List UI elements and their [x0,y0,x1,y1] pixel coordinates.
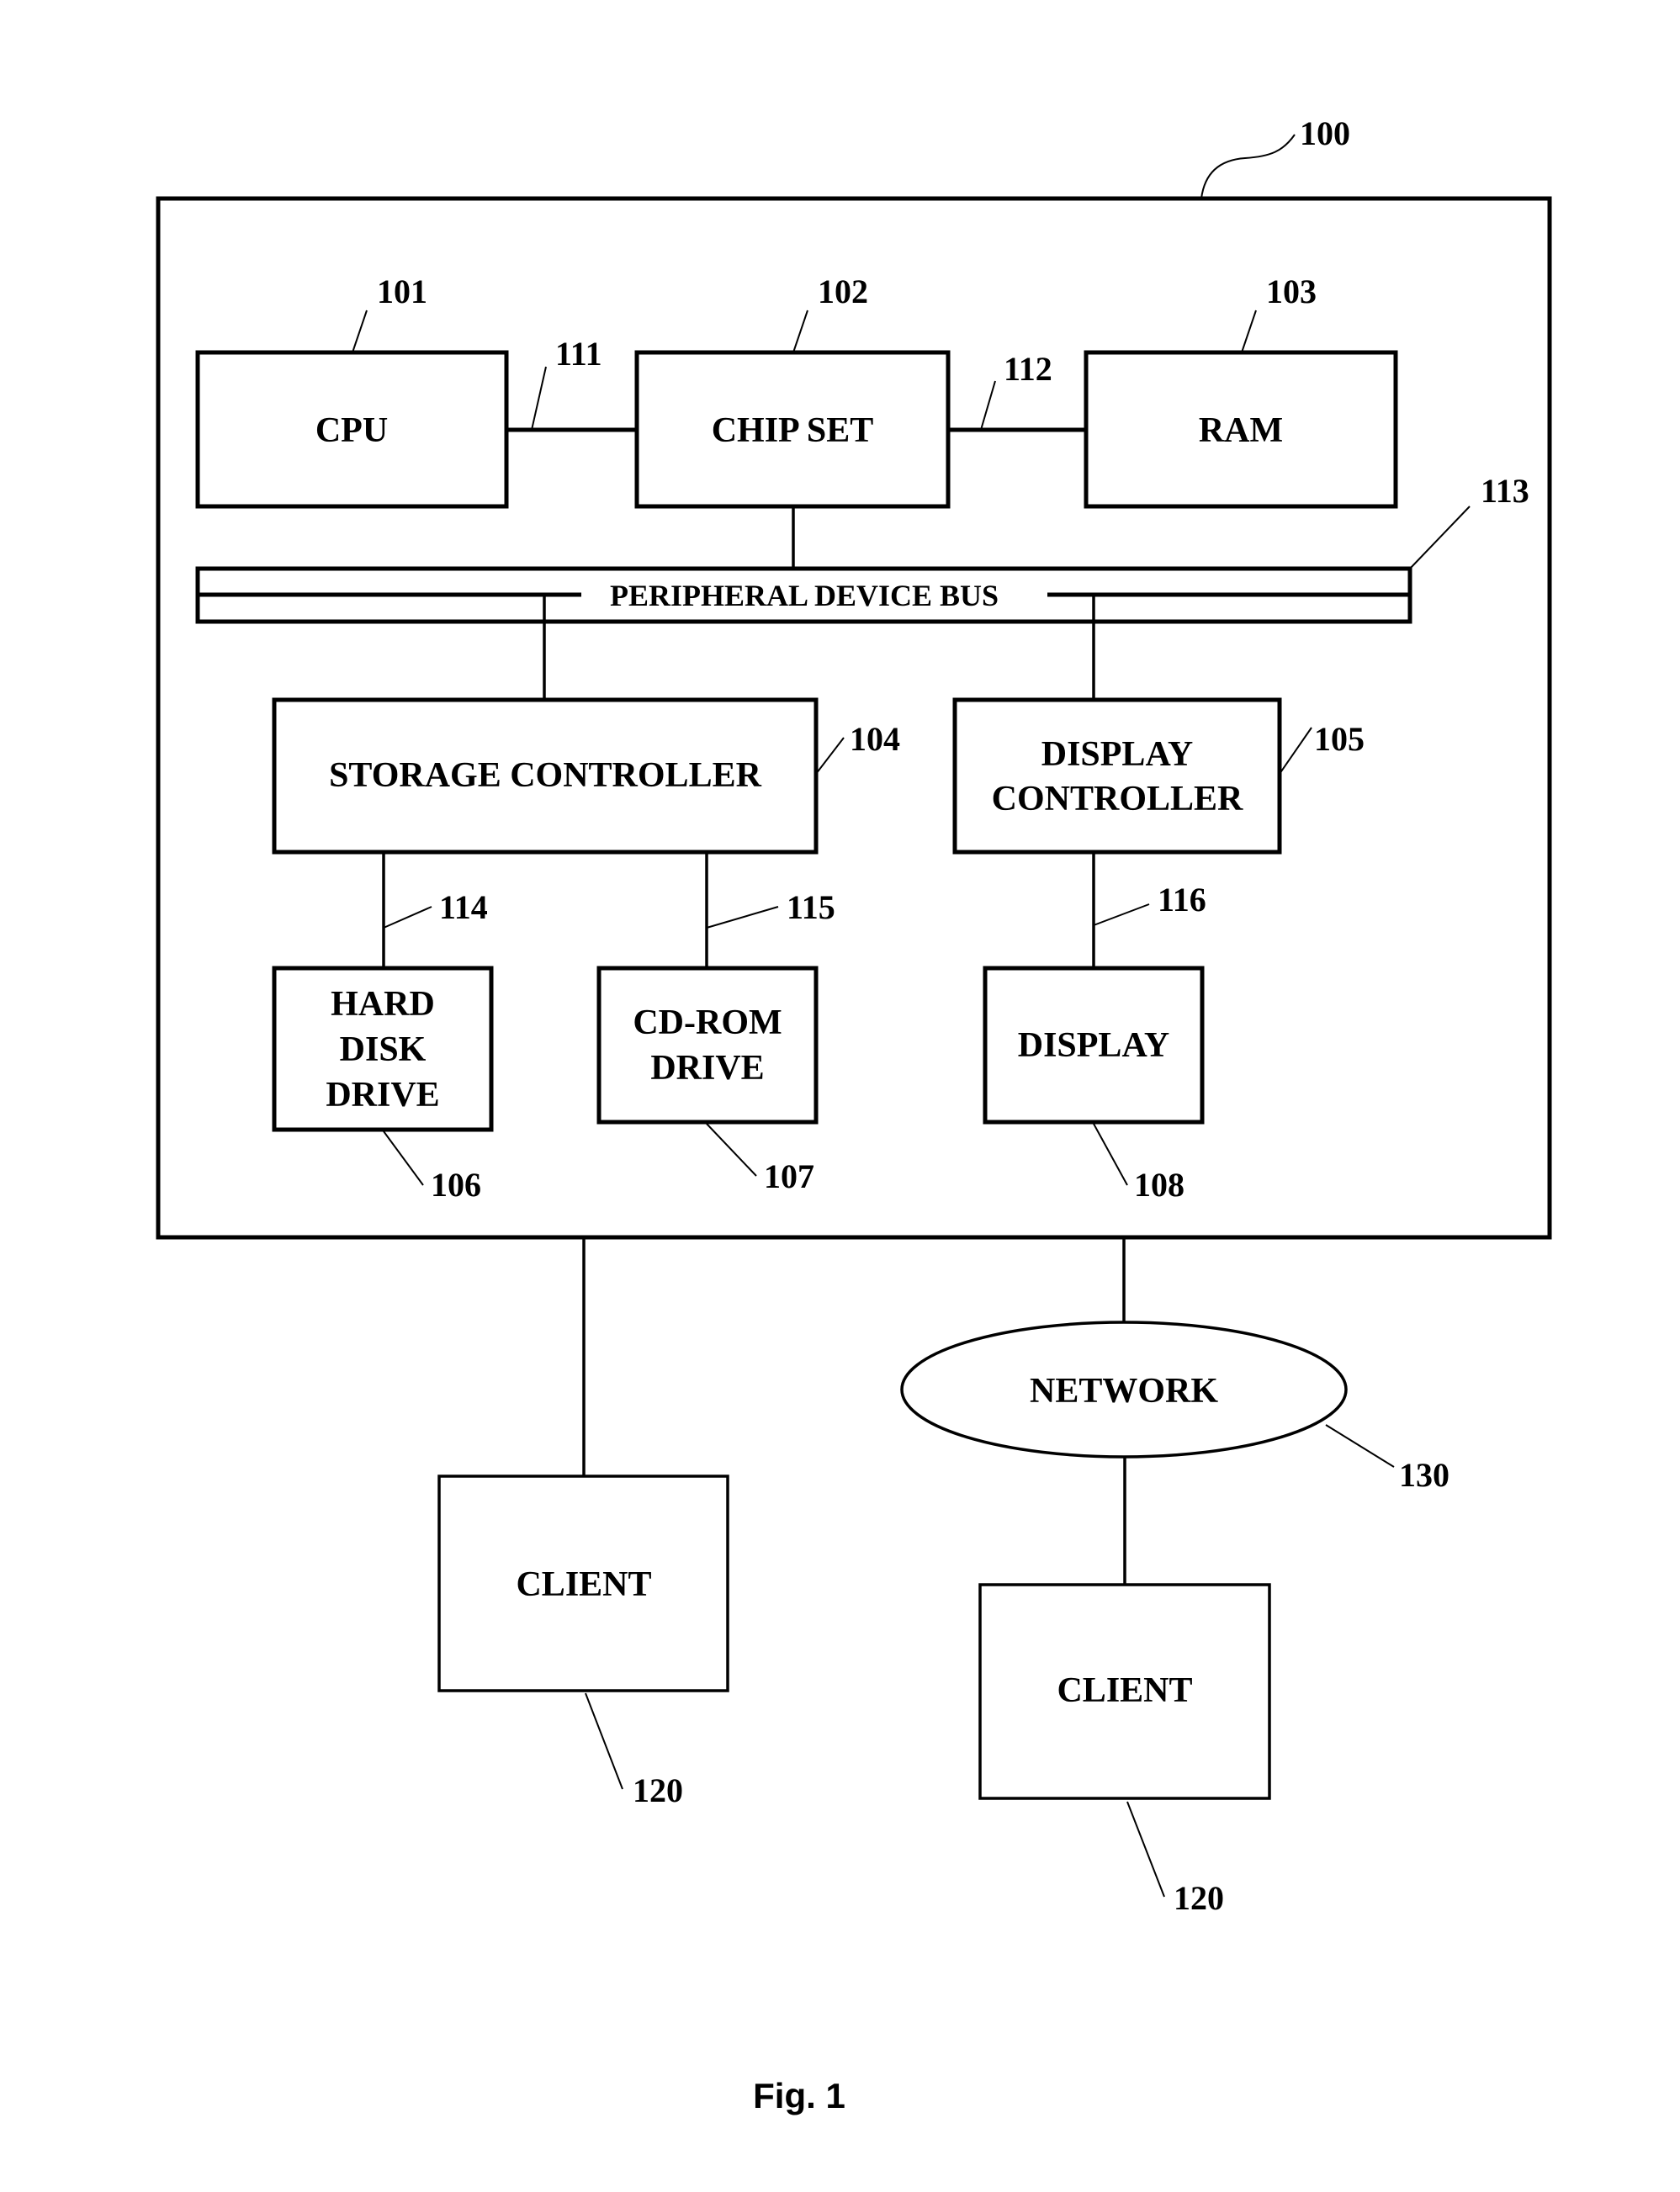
ref-106: 106 [431,1166,481,1204]
client-1-label: CLIENT [516,1565,651,1604]
leader-100 [1200,134,1296,199]
ref-112: 112 [1004,350,1052,388]
ref-130: 130 [1399,1456,1449,1494]
leader-130 [1325,1424,1395,1468]
leader-120-b [1126,1801,1165,1898]
ref-114: 114 [439,888,488,926]
ref-101: 101 [377,273,427,310]
storage-controller-label: STORAGE CONTROLLER [329,756,762,795]
ref-100: 100 [1300,114,1350,152]
bus-label: PERIPHERAL DEVICE BUS [610,579,999,612]
hdd-label-line1: HARD [331,985,435,1024]
display-controller-label-line2: CONTROLLER [992,780,1243,818]
network-label: NETWORK [1030,1372,1218,1411]
ref-111: 111 [555,335,602,373]
display-controller-label-line1: DISPLAY [1041,735,1194,774]
cdrom-label-line2: DRIVE [650,1049,764,1088]
display-label: DISPLAY [1018,1026,1170,1065]
ref-108: 108 [1134,1166,1184,1204]
ref-102: 102 [818,273,868,310]
hdd-label-line2: DISK [340,1030,427,1069]
leader-120-a [585,1692,623,1790]
chipset-label: CHIP SET [712,411,874,450]
ram-label: RAM [1199,411,1283,450]
ref-113: 113 [1481,472,1529,510]
ref-120-a: 120 [633,1771,683,1809]
ref-103: 103 [1266,273,1317,310]
ref-105: 105 [1314,720,1365,758]
figure-caption: Fig. 1 [753,2076,845,2115]
cdrom-label-line1: CD-ROM [633,1003,782,1042]
ref-104: 104 [850,720,900,758]
cdrom-drive-block [596,966,819,1125]
display-controller-block [952,697,1282,855]
ref-115: 115 [787,888,835,926]
system-block-diagram: 100 CPU 101 CHIP SET 102 RAM 103 111 112… [156,114,1552,2115]
ref-120-b: 120 [1174,1879,1224,1917]
ref-116: 116 [1158,881,1206,919]
client-2-label: CLIENT [1057,1671,1192,1710]
hdd-label-line3: DRIVE [326,1076,439,1115]
cpu-label: CPU [315,411,388,450]
ref-107: 107 [764,1157,814,1195]
